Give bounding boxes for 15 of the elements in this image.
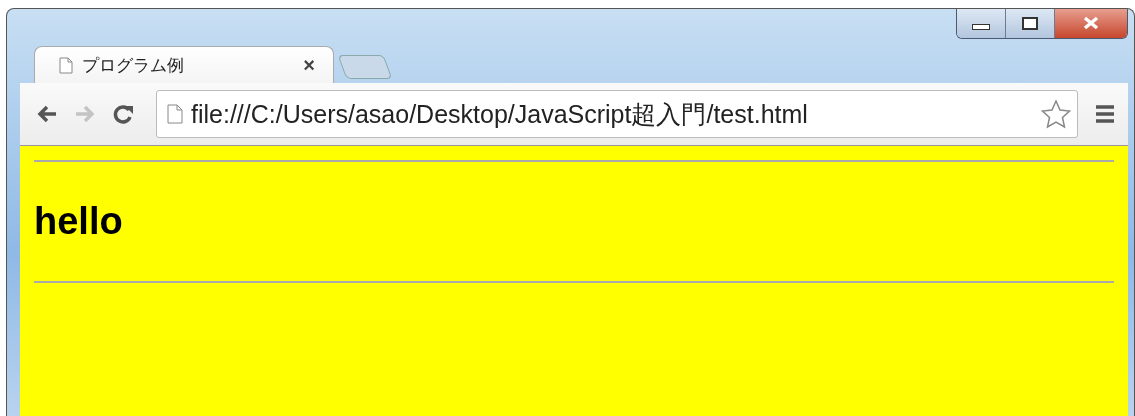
- browser-tab[interactable]: プログラム例 ×: [34, 46, 334, 83]
- close-icon: [1082, 16, 1100, 30]
- maximize-icon: [1022, 16, 1038, 30]
- reload-icon[interactable]: [112, 103, 134, 125]
- menu-icon[interactable]: [1094, 104, 1116, 124]
- back-arrow-icon[interactable]: [36, 104, 58, 124]
- minimize-icon: [972, 24, 990, 30]
- minimize-button[interactable]: [957, 9, 1006, 38]
- page-icon: [167, 104, 183, 124]
- close-button[interactable]: [1055, 9, 1127, 38]
- maximize-button[interactable]: [1006, 9, 1055, 38]
- address-bar[interactable]: file:///C:/Users/asao/Desktop/JavaScript超入門/test.html: [156, 90, 1078, 138]
- page-icon: [59, 56, 73, 74]
- page-heading: hello: [34, 200, 124, 243]
- star-icon[interactable]: [1041, 99, 1071, 129]
